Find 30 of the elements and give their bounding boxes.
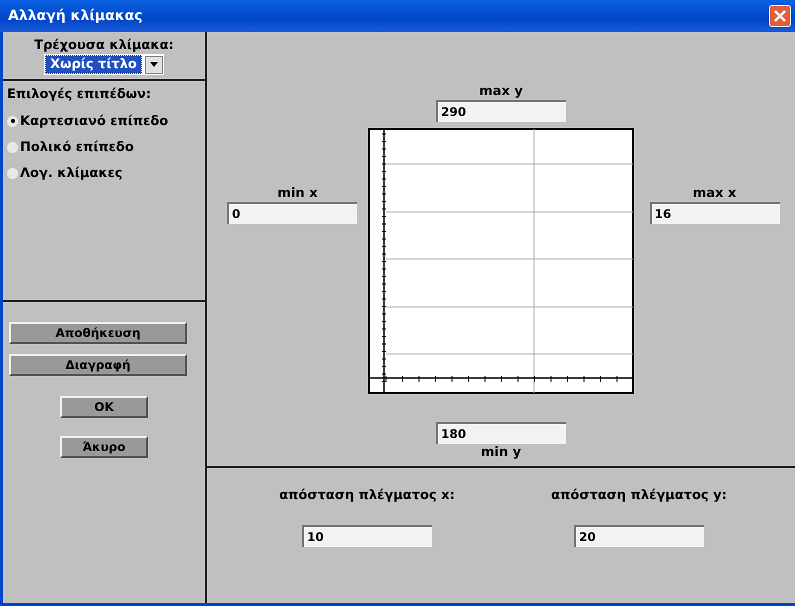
number-field[interactable]: 290 <box>436 100 566 122</box>
plane-options-label: Επιλογές επιπέδων: <box>7 87 152 102</box>
dropdown-button[interactable] <box>144 56 163 74</box>
grid-y-label: απόσταση πλέγματος y: <box>551 488 727 503</box>
action-button[interactable]: Διαγραφή <box>9 354 187 376</box>
min-y-label: min y <box>480 445 522 460</box>
radio-icon[interactable] <box>7 116 18 126</box>
number-field[interactable]: 20 <box>574 525 704 547</box>
max-x-label: max x <box>692 186 736 201</box>
plane-radio[interactable]: Λογ. κλίμακες <box>7 160 201 186</box>
plane-radio[interactable]: Πολικό επίπεδο <box>7 134 201 160</box>
grid-x-label: απόσταση πλέγματος x: <box>279 488 455 503</box>
radio-icon[interactable] <box>7 168 18 178</box>
close-button[interactable] <box>769 5 791 27</box>
current-scale-label: Τρέχουσα κλίμακα: <box>34 38 174 53</box>
plane-radio[interactable]: Καρτεσιανό επίπεδο <box>7 108 201 134</box>
max-y-label: max y <box>479 84 523 99</box>
scale-dropdown[interactable]: Χωρίς τίτλο <box>44 54 164 75</box>
window-title: Αλλαγή κλίμακας <box>8 8 143 24</box>
number-field[interactable]: 10 <box>302 525 432 547</box>
dialog-button[interactable]: Άκυρο <box>60 436 148 458</box>
number-field[interactable]: 0 <box>227 202 357 224</box>
caret-icon <box>150 62 158 67</box>
min-x-label: min x <box>277 186 318 201</box>
radio-icon[interactable] <box>7 142 18 152</box>
dialog-button[interactable]: OK <box>60 396 148 418</box>
number-field[interactable]: 16 <box>650 202 780 224</box>
action-button[interactable]: Αποθήκευση <box>9 322 187 344</box>
number-field[interactable]: 180 <box>436 422 566 444</box>
close-icon <box>773 9 787 23</box>
